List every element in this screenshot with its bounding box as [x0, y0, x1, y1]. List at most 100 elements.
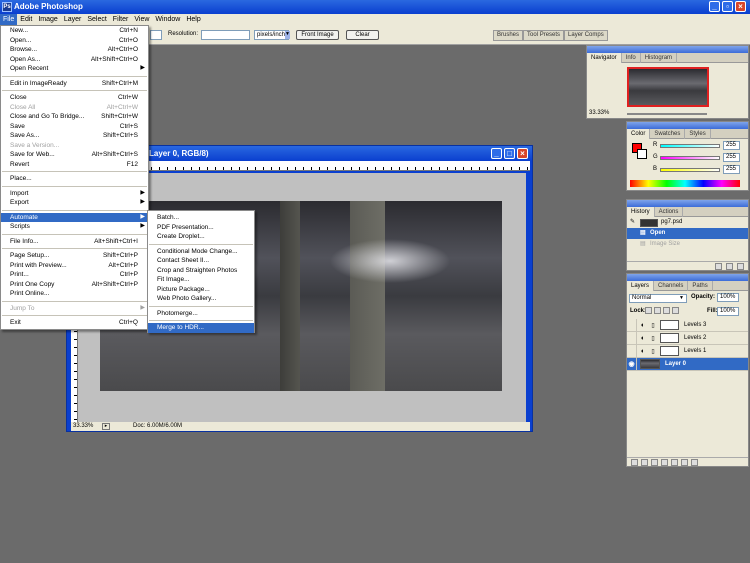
- new-layer-icon[interactable]: [681, 458, 688, 466]
- tab-navigator[interactable]: Navigator: [587, 52, 622, 63]
- status-arrow-icon[interactable]: ▸: [102, 423, 110, 430]
- file-menu-item-revert[interactable]: Revert F12: [1, 160, 148, 170]
- channel-g-value[interactable]: 255: [723, 153, 740, 162]
- file-menu-item-exit[interactable]: Exit Ctrl+Q: [1, 318, 148, 328]
- automate-menu-item-crop-and-straighten-photos[interactable]: Crop and Straighten Photos: [148, 266, 254, 276]
- tab-actions[interactable]: Actions: [655, 206, 684, 217]
- file-menu-item-close-and-go-to-bridge[interactable]: Close and Go To Bridge... Shift+Ctrl+W: [1, 112, 148, 122]
- lock-brush-icon[interactable]: [654, 307, 661, 314]
- menu-layer[interactable]: Layer: [61, 14, 85, 25]
- clear-button[interactable]: Clear: [346, 30, 379, 40]
- lock-transparency-icon[interactable]: [645, 307, 652, 314]
- lock-move-icon[interactable]: [663, 307, 670, 314]
- layer-row[interactable]: ◐ ▯ Levels 1: [627, 344, 748, 358]
- layer-style-icon[interactable]: [641, 458, 648, 466]
- well-tab-layer-comps[interactable]: Layer Comps: [564, 30, 608, 41]
- file-menu-item-save-as[interactable]: Save As... Shift+Ctrl+S: [1, 131, 148, 141]
- doc-maximize-button[interactable]: □: [504, 148, 515, 159]
- minimize-button[interactable]: _: [709, 1, 720, 12]
- automate-menu-item-contact-sheet-ii[interactable]: Contact Sheet II...: [148, 256, 254, 266]
- automate-menu-item-merge-to-hdr[interactable]: Merge to HDR...: [148, 323, 254, 333]
- height-field[interactable]: [150, 30, 162, 40]
- layer-row[interactable]: ◐ ▯ Levels 3: [627, 318, 748, 332]
- navigator-zoom-slider[interactable]: [627, 113, 707, 115]
- automate-menu-item-web-photo-gallery[interactable]: Web Photo Gallery...: [148, 294, 254, 304]
- history-item-open[interactable]: ▤ Open: [627, 228, 748, 239]
- new-group-icon[interactable]: [671, 458, 678, 466]
- channel-r-value[interactable]: 255: [723, 141, 740, 150]
- automate-menu-item-pdf-presentation[interactable]: PDF Presentation...: [148, 223, 254, 233]
- file-menu-item-print-online[interactable]: Print Online...: [1, 289, 148, 299]
- well-tab-brushes[interactable]: Brushes: [493, 30, 524, 41]
- menu-edit[interactable]: Edit: [17, 14, 35, 25]
- tab-info[interactable]: Info: [622, 52, 641, 63]
- front-image-button[interactable]: Front Image: [296, 30, 339, 40]
- doc-minimize-button[interactable]: _: [491, 148, 502, 159]
- menu-file[interactable]: File: [0, 14, 18, 25]
- menu-help[interactable]: Help: [183, 14, 203, 25]
- menu-view[interactable]: View: [131, 14, 152, 25]
- trash-icon[interactable]: [737, 262, 744, 270]
- navigator-thumbnail[interactable]: [627, 67, 709, 107]
- file-menu-item-print[interactable]: Print... Ctrl+P: [1, 270, 148, 280]
- file-menu-item-browse[interactable]: Browse... Alt+Ctrl+O: [1, 45, 148, 55]
- layer-mask-icon[interactable]: [651, 458, 658, 466]
- automate-menu-item-conditional-mode-change[interactable]: Conditional Mode Change...: [148, 247, 254, 257]
- automate-menu-item-create-droplet[interactable]: Create Droplet...: [148, 232, 254, 242]
- menu-filter[interactable]: Filter: [110, 14, 132, 25]
- file-menu-item-place[interactable]: Place...: [1, 174, 148, 184]
- visibility-eye-icon[interactable]: [627, 318, 637, 332]
- close-button[interactable]: ×: [735, 1, 746, 12]
- automate-menu-item-photomerge[interactable]: Photomerge...: [148, 309, 254, 319]
- blend-mode-select[interactable]: Normal ▼: [629, 294, 687, 303]
- file-menu-item-import[interactable]: Import ▶: [1, 189, 148, 199]
- chain-link-icon[interactable]: ▯: [649, 335, 657, 342]
- file-menu-item-open[interactable]: Open... Ctrl+O: [1, 36, 148, 46]
- file-menu-item-scripts[interactable]: Scripts ▶: [1, 222, 148, 232]
- history-item-image-size[interactable]: ▤ Image Size: [627, 239, 748, 250]
- visibility-eye-icon[interactable]: [627, 331, 637, 345]
- menu-window[interactable]: Window: [152, 14, 183, 25]
- tab-color[interactable]: Color: [627, 128, 651, 139]
- file-menu-item-open-recent[interactable]: Open Recent ▶: [1, 64, 148, 74]
- file-menu-item-save-for-web[interactable]: Save for Web... Alt+Shift+Ctrl+S: [1, 150, 148, 160]
- chain-link-icon[interactable]: ▯: [649, 322, 657, 329]
- file-menu-item-new[interactable]: New... Ctrl+N: [1, 26, 148, 36]
- channel-g-slider[interactable]: [660, 156, 720, 160]
- automate-menu-item-fit-image[interactable]: Fit Image...: [148, 275, 254, 285]
- file-menu-item-page-setup[interactable]: Page Setup... Shift+Ctrl+P: [1, 251, 148, 261]
- file-menu-item-print-with-preview[interactable]: Print with Preview... Alt+Ctrl+P: [1, 261, 148, 271]
- tab-swatches[interactable]: Swatches: [650, 128, 686, 139]
- tab-history[interactable]: History: [627, 206, 655, 217]
- file-menu-item-close[interactable]: Close Ctrl+W: [1, 93, 148, 103]
- color-spectrum-bar[interactable]: [630, 180, 740, 187]
- menu-image[interactable]: Image: [35, 14, 60, 25]
- tab-styles[interactable]: Styles: [685, 128, 711, 139]
- history-snapshot[interactable]: ✎ pg7.psd: [627, 217, 748, 228]
- chain-link-icon[interactable]: ▯: [649, 348, 657, 355]
- file-menu-item-close-all[interactable]: Close All Alt+Ctrl+W: [1, 103, 148, 113]
- trash-icon[interactable]: [691, 458, 698, 466]
- menu-select[interactable]: Select: [84, 14, 109, 25]
- file-menu-item-print-one-copy[interactable]: Print One Copy Alt+Shift+Ctrl+P: [1, 280, 148, 290]
- tab-layers[interactable]: Layers: [627, 280, 655, 291]
- file-menu-item-edit-in-imageready[interactable]: Edit in ImageReady Shift+Ctrl+M: [1, 79, 148, 89]
- layer-row[interactable]: ◉ Layer 0: [627, 357, 748, 371]
- channel-b-slider[interactable]: [660, 168, 720, 172]
- file-menu-item-automate[interactable]: Automate ▶: [1, 212, 148, 222]
- adjustment-layer-icon[interactable]: [661, 458, 668, 466]
- zoom-level[interactable]: 33.33%: [73, 422, 93, 431]
- visibility-eye-icon[interactable]: [627, 344, 637, 358]
- file-menu-item-jump-to[interactable]: Jump To ▶: [1, 304, 148, 314]
- file-menu-item-save[interactable]: Save Ctrl+S: [1, 122, 148, 132]
- new-document-icon[interactable]: [715, 262, 722, 270]
- resolution-field[interactable]: [201, 30, 250, 40]
- tab-paths[interactable]: Paths: [688, 280, 713, 291]
- fill-field[interactable]: 100%: [717, 307, 739, 316]
- file-menu-item-open-as[interactable]: Open As... Alt+Shift+Ctrl+O: [1, 55, 148, 65]
- resolution-unit-select[interactable]: pixels/inch ▼: [254, 30, 290, 40]
- layer-row[interactable]: ◐ ▯ Levels 2: [627, 331, 748, 345]
- lock-all-icon[interactable]: [672, 307, 679, 314]
- camera-icon[interactable]: [726, 262, 733, 270]
- automate-menu-item-batch[interactable]: Batch...: [148, 213, 254, 223]
